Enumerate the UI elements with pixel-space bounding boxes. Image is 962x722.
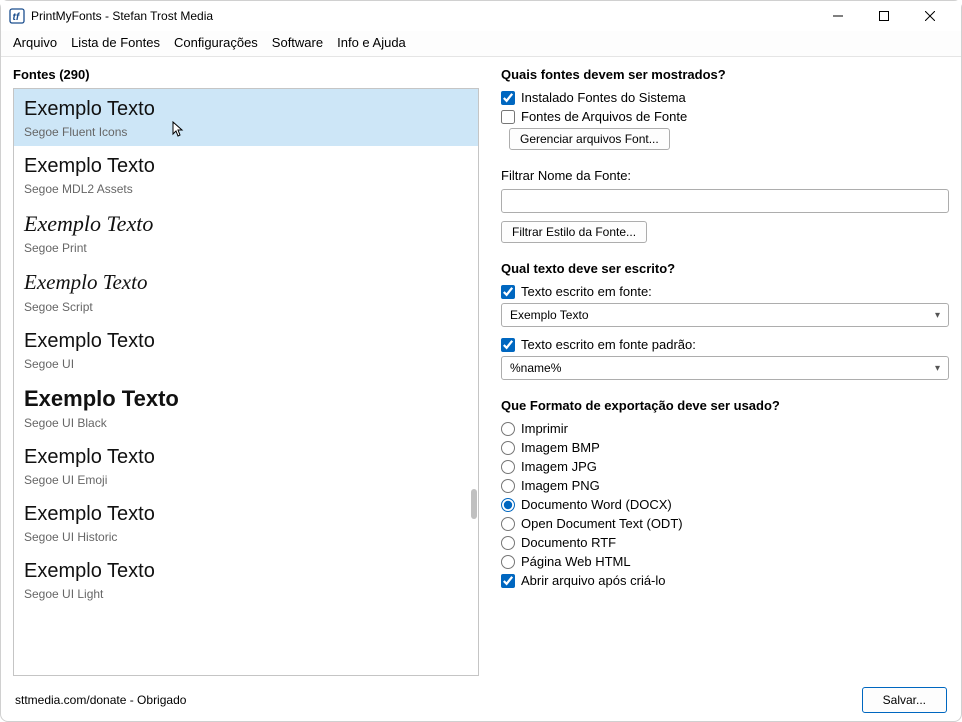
font-list-item[interactable]: Exemplo Texto Segoe Fluent Icons <box>14 89 478 146</box>
font-list-item[interactable]: Exemplo Texto Segoe MDL2 Assets <box>14 146 478 203</box>
save-button[interactable]: Salvar... <box>862 687 947 713</box>
system-fonts-label: Instalado Fontes do Sistema <box>521 90 686 105</box>
format-rtf-radio[interactable] <box>501 536 515 550</box>
font-name-label: Segoe Script <box>24 300 468 314</box>
font-sample-text: Exemplo Texto <box>24 445 468 469</box>
format-bmp-radio[interactable] <box>501 441 515 455</box>
font-sample-text: Exemplo Texto <box>24 502 468 526</box>
menu-info-e-ajuda[interactable]: Info e Ajuda <box>337 35 406 50</box>
font-sample-text: Exemplo Texto <box>24 386 468 412</box>
font-list-item[interactable]: Exemplo Texto Segoe Script <box>14 262 478 320</box>
manage-font-files-button[interactable]: Gerenciar arquivos Font... <box>509 128 670 150</box>
text-in-font-checkbox[interactable] <box>501 285 515 299</box>
menubar: Arquivo Lista de Fontes Configurações So… <box>1 31 961 57</box>
font-name-label: Segoe MDL2 Assets <box>24 182 468 196</box>
format-odt-radio[interactable] <box>501 517 515 531</box>
chevron-down-icon: ▾ <box>935 310 940 321</box>
default-text-combo[interactable]: %name% ▾ <box>501 356 949 380</box>
display-section-title: Quais fontes devem ser mostrados? <box>501 67 949 82</box>
font-name-label: Segoe Print <box>24 241 468 255</box>
font-sample-text: Exemplo Texto <box>24 270 468 295</box>
format-odt-label: Open Document Text (ODT) <box>521 516 683 531</box>
font-list-item[interactable]: Exemplo Texto Segoe Print <box>14 203 478 262</box>
format-jpg-label: Imagem JPG <box>521 459 597 474</box>
font-sample-text: Exemplo Texto <box>24 154 468 178</box>
font-list-item[interactable]: Exemplo Texto Segoe UI Historic <box>14 494 478 551</box>
menu-arquivo[interactable]: Arquivo <box>13 35 57 50</box>
menu-lista-de-fontes[interactable]: Lista de Fontes <box>71 35 160 50</box>
titlebar: tf PrintMyFonts - Stefan Trost Media <box>1 1 961 31</box>
filter-name-label: Filtrar Nome da Fonte: <box>501 168 949 183</box>
close-button[interactable] <box>907 1 953 31</box>
font-sample-text: Exemplo Texto <box>24 559 468 583</box>
font-list-item[interactable]: Exemplo Texto Segoe UI Emoji <box>14 437 478 494</box>
right-panel: Quais fontes devem ser mostrados? Instal… <box>501 67 949 683</box>
window-controls <box>815 1 953 31</box>
sample-text-combo[interactable]: Exemplo Texto ▾ <box>501 303 949 327</box>
font-name-label: Segoe UI Historic <box>24 530 468 544</box>
menu-configuracoes[interactable]: Configurações <box>174 35 258 50</box>
chevron-down-icon: ▾ <box>935 363 940 374</box>
file-fonts-label: Fontes de Arquivos de Fonte <box>521 109 687 124</box>
window-title: PrintMyFonts - Stefan Trost Media <box>31 9 213 23</box>
format-html-label: Página Web HTML <box>521 554 631 569</box>
app-icon: tf <box>9 8 25 24</box>
file-fonts-checkbox[interactable] <box>501 110 515 124</box>
font-sample-text: Exemplo Texto <box>24 211 468 237</box>
sample-text-value: Exemplo Texto <box>510 308 589 322</box>
font-sample-text: Exemplo Texto <box>24 97 468 121</box>
status-text: sttmedia.com/donate - Obrigado <box>15 693 186 707</box>
font-name-label: Segoe Fluent Icons <box>24 125 468 139</box>
font-name-label: Segoe UI Light <box>24 587 468 601</box>
format-docx-radio[interactable] <box>501 498 515 512</box>
format-html-radio[interactable] <box>501 555 515 569</box>
font-list-item[interactable]: Exemplo Texto Segoe UI Light <box>14 551 478 608</box>
open-after-checkbox[interactable] <box>501 574 515 588</box>
statusbar: sttmedia.com/donate - Obrigado Salvar... <box>1 683 961 717</box>
filter-name-input[interactable] <box>501 189 949 213</box>
export-section-title: Que Formato de exportação deve ser usado… <box>501 398 949 413</box>
font-count-label: Fontes (290) <box>13 67 479 82</box>
text-default-label: Texto escrito em fonte padrão: <box>521 337 696 352</box>
system-fonts-checkbox[interactable] <box>501 91 515 105</box>
maximize-button[interactable] <box>861 1 907 31</box>
font-name-label: Segoe UI Black <box>24 416 468 430</box>
default-text-value: %name% <box>510 361 561 375</box>
svg-text:tf: tf <box>13 12 21 23</box>
minimize-button[interactable] <box>815 1 861 31</box>
format-print-radio[interactable] <box>501 422 515 436</box>
text-in-font-label: Texto escrito em fonte: <box>521 284 652 299</box>
format-print-label: Imprimir <box>521 421 568 436</box>
font-list-item[interactable]: Exemplo Texto Segoe UI <box>14 321 478 378</box>
format-png-label: Imagem PNG <box>521 478 600 493</box>
font-name-label: Segoe UI <box>24 357 468 371</box>
font-sample-text: Exemplo Texto <box>24 329 468 353</box>
font-listbox[interactable]: Exemplo TextoSegoe Fluent IconsExemplo T… <box>13 88 479 676</box>
format-jpg-radio[interactable] <box>501 460 515 474</box>
left-panel: Fontes (290) Exemplo Texto Segoe Fluent I… <box>13 67 479 683</box>
scrollbar-thumb[interactable] <box>471 489 477 519</box>
text-section-title: Qual texto deve ser escrito? <box>501 261 949 276</box>
format-png-radio[interactable] <box>501 479 515 493</box>
menu-software[interactable]: Software <box>272 35 323 50</box>
font-name-label: Segoe UI Emoji <box>24 473 468 487</box>
format-bmp-label: Imagem BMP <box>521 440 600 455</box>
filter-style-button[interactable]: Filtrar Estilo da Fonte... <box>501 221 647 243</box>
text-default-checkbox[interactable] <box>501 338 515 352</box>
open-after-label: Abrir arquivo após criá-lo <box>521 573 666 588</box>
format-rtf-label: Documento RTF <box>521 535 616 550</box>
format-docx-label: Documento Word (DOCX) <box>521 497 672 512</box>
font-list-item[interactable]: Exemplo Texto Segoe UI Black <box>14 378 478 437</box>
